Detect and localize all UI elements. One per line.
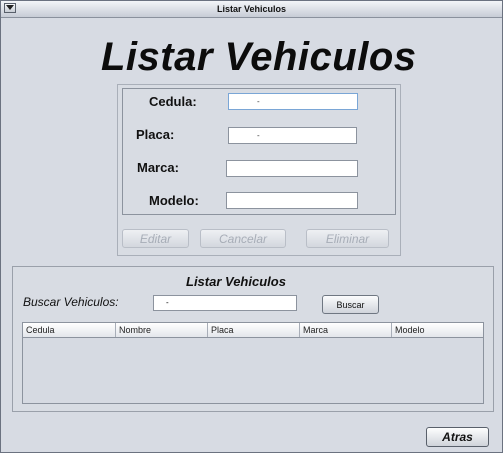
column-header-modelo[interactable]: Modelo	[392, 323, 483, 337]
cedula-label: Cedula:	[149, 94, 197, 109]
cancelar-button[interactable]: Cancelar	[200, 229, 286, 248]
search-label: Buscar Vehiculos:	[23, 295, 119, 309]
list-title: Listar Vehiculos	[186, 274, 286, 289]
table-header: Cedula Nombre Placa Marca Modelo	[23, 323, 483, 338]
modelo-label: Modelo:	[149, 193, 199, 208]
page-title: Listar Vehiculos	[101, 35, 417, 79]
column-header-placa[interactable]: Placa	[208, 323, 300, 337]
title-bar: Listar Vehiculos	[1, 1, 502, 18]
editar-button[interactable]: Editar	[122, 229, 189, 248]
table-body[interactable]	[23, 338, 483, 403]
modelo-field[interactable]	[226, 192, 358, 209]
column-header-marca[interactable]: Marca	[300, 323, 392, 337]
vehicles-table[interactable]: Cedula Nombre Placa Marca Modelo	[22, 322, 484, 404]
app-window: Listar Vehiculos Listar Vehiculos Cedula…	[0, 0, 503, 453]
buscar-button[interactable]: Buscar	[322, 295, 379, 314]
marca-label: Marca:	[137, 160, 179, 175]
marca-field[interactable]	[226, 160, 358, 177]
window-title: Listar Vehiculos	[216, 4, 287, 14]
placa-label: Placa:	[136, 127, 175, 142]
atras-button[interactable]: Atras	[426, 427, 489, 447]
cedula-field[interactable]: -	[228, 93, 358, 110]
placa-field[interactable]: -	[228, 127, 357, 144]
column-header-cedula[interactable]: Cedula	[23, 323, 116, 337]
search-input[interactable]: -	[153, 295, 297, 311]
eliminar-button[interactable]: Eliminar	[306, 229, 389, 248]
column-header-nombre[interactable]: Nombre	[116, 323, 208, 337]
